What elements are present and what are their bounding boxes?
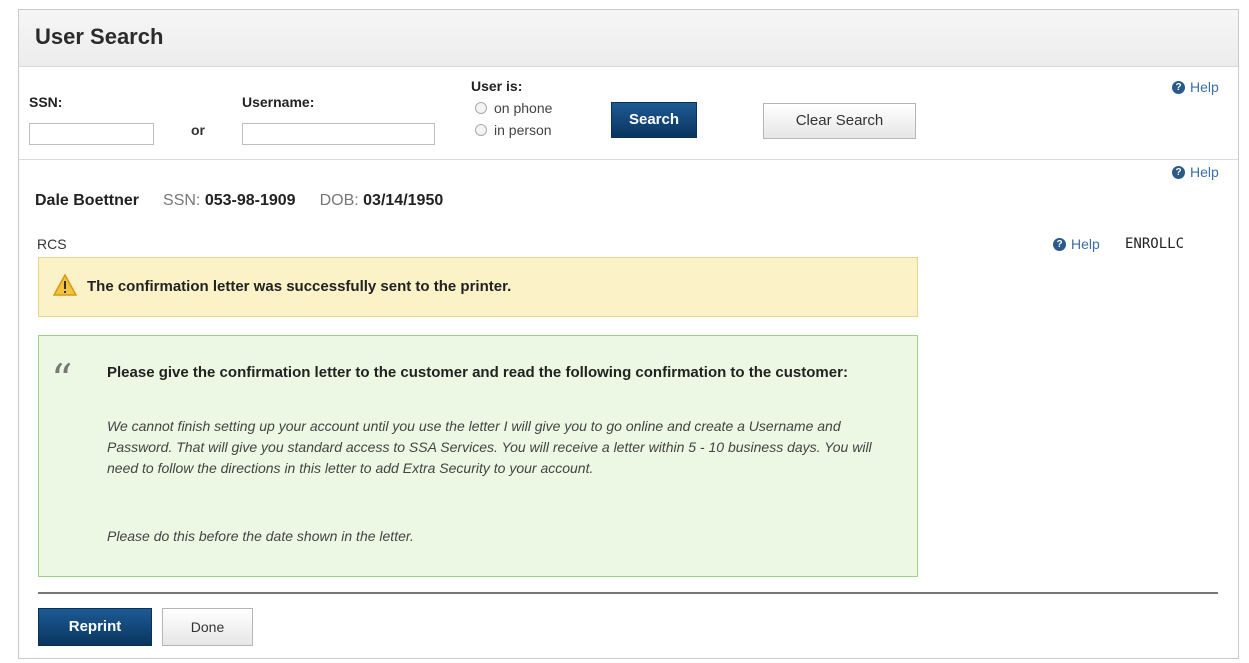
reprint-button[interactable]: Reprint xyxy=(38,608,152,646)
section-code: RCS xyxy=(37,236,67,252)
username-input[interactable] xyxy=(242,123,435,145)
confirmation-script-box: “ Please give the confirmation letter to… xyxy=(38,335,918,577)
search-bar: SSN: or Username: User is: on phone in p… xyxy=(19,67,1238,160)
user-help-link[interactable]: ? Help xyxy=(1172,164,1219,180)
success-alert: The confirmation letter was successfully… xyxy=(38,257,918,317)
warning-icon xyxy=(53,274,77,296)
question-icon: ? xyxy=(1172,165,1185,179)
question-icon: ? xyxy=(1053,237,1066,251)
quote-icon: “ xyxy=(51,355,73,404)
ssn-input[interactable] xyxy=(29,123,154,145)
ssn-label: SSN: xyxy=(29,94,63,110)
radio-circle-icon[interactable] xyxy=(475,102,487,114)
user-summary: Dale Boettner SSN: 053-98-1909 DOB: 03/1… xyxy=(35,192,443,210)
page-id: ENROLLC xyxy=(1125,236,1185,252)
dob-value: 03/14/1950 xyxy=(363,192,444,209)
ssn-value: 053-98-1909 xyxy=(204,192,296,209)
user-search-panel: User Search SSN: or Username: User is: o… xyxy=(18,9,1239,659)
help-label: Help xyxy=(1190,79,1219,95)
user-is-label: User is: xyxy=(471,78,523,94)
radio-circle-icon[interactable] xyxy=(475,124,487,136)
help-label: Help xyxy=(1071,236,1100,252)
panel-header: User Search xyxy=(19,10,1238,67)
username-label: Username: xyxy=(242,94,315,110)
section-help-link[interactable]: ? Help xyxy=(1053,236,1100,252)
radio-in-person[interactable]: in person xyxy=(475,122,552,138)
actions-divider xyxy=(38,592,1218,594)
or-label: or xyxy=(191,122,205,138)
clear-search-button[interactable]: Clear Search xyxy=(763,103,916,139)
script-heading: Please give the confirmation letter to t… xyxy=(107,364,848,381)
page-title: User Search xyxy=(35,24,164,49)
alert-message: The confirmation letter was successfully… xyxy=(87,278,512,295)
done-button[interactable]: Done xyxy=(162,608,253,646)
script-body: We cannot finish setting up your account… xyxy=(107,418,872,476)
script-tail: Please do this before the date shown in … xyxy=(107,528,414,544)
search-button[interactable]: Search xyxy=(611,102,697,138)
radio-on-phone-label: on phone xyxy=(494,100,553,116)
question-icon: ? xyxy=(1172,80,1185,94)
radio-on-phone[interactable]: on phone xyxy=(475,100,552,116)
radio-in-person-label: in person xyxy=(494,122,552,138)
help-label: Help xyxy=(1190,164,1219,180)
ssn-key: SSN: xyxy=(163,192,201,209)
search-help-link[interactable]: ? Help xyxy=(1172,79,1219,95)
user-name: Dale Boettner xyxy=(35,192,140,209)
dob-key: DOB: xyxy=(319,192,359,209)
